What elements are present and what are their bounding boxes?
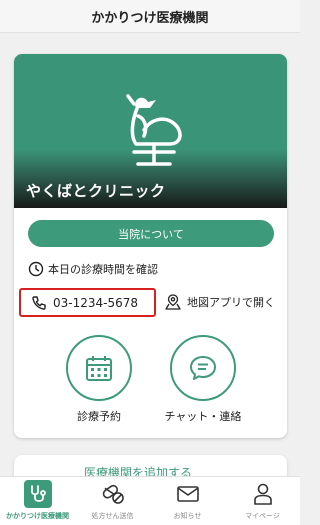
tab-mypage-label: マイページ [245, 512, 280, 520]
calendar-icon [86, 356, 112, 381]
about-clinic-button[interactable]: 当院について [28, 220, 274, 247]
about-clinic-label: 当院について [118, 227, 184, 241]
tab-notifications[interactable]: お知らせ [150, 477, 225, 525]
phone-link[interactable]: 03-1234-5678 [19, 288, 156, 317]
stethoscope-icon [23, 480, 52, 508]
page-title: かかりつけ医療機関 [91, 10, 209, 26]
reservation-label: 診療予約 [77, 410, 121, 423]
map-pin-icon [165, 294, 181, 310]
tab-clinic[interactable]: かかりつけ医療機関 [0, 477, 75, 525]
map-label: 地図アプリで開く [187, 296, 275, 309]
tab-notifications-label: お知らせ [173, 512, 202, 520]
tab-prescription[interactable]: 処方せん送信 [75, 477, 150, 525]
person-icon [249, 480, 277, 508]
open-map-link[interactable]: 地図アプリで開く [164, 290, 275, 314]
pills-icon [99, 480, 127, 508]
tab-clinic-label: かかりつけ医療機関 [5, 512, 70, 520]
chat-button[interactable] [170, 335, 236, 401]
chat-bubble-icon [190, 356, 216, 380]
reservation-button[interactable] [66, 335, 132, 401]
clinic-hero-image: やくばとクリニック [14, 54, 287, 208]
bottom-tab-bar: かかりつけ医療機関 処方せん送信 お知らせ マイページ [0, 476, 300, 525]
clinic-card: やくばとクリニック 当院について 本日の診療時間を確認 03-1234-5678… [14, 54, 287, 438]
chat-label: チャット・連絡 [164, 410, 242, 423]
envelope-icon [174, 480, 202, 508]
tab-prescription-label: 処方せん送信 [91, 512, 134, 520]
app-header: かかりつけ医療機関 [0, 0, 300, 33]
clinic-name: やくばとクリニック [26, 182, 166, 200]
hours-label: 本日の診療時間を確認 [48, 263, 158, 276]
tab-mypage[interactable]: マイページ [225, 477, 300, 525]
clock-icon [28, 261, 44, 277]
bird-logo-icon [126, 94, 182, 166]
phone-icon [32, 295, 46, 310]
phone-number: 03-1234-5678 [53, 295, 139, 310]
hours-link[interactable]: 本日の診療時間を確認 [28, 260, 158, 278]
